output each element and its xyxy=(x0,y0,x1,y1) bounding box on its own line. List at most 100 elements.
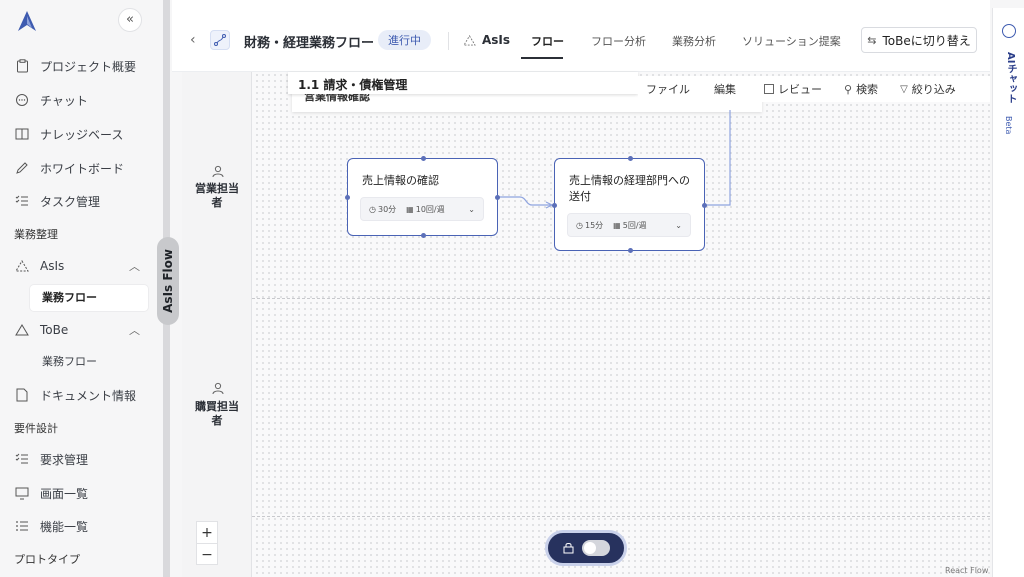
sidebar-item-whiteboard[interactable]: ホワイトボード xyxy=(14,156,154,180)
sidebar-subitem-tobe-flow[interactable]: 業務フロー xyxy=(30,349,148,375)
sidebar-item-screens[interactable]: 画面一覧 xyxy=(14,481,154,505)
react-flow-attribution[interactable]: React Flow xyxy=(945,566,988,575)
flow-icon xyxy=(210,30,230,50)
node-handle[interactable] xyxy=(628,248,633,253)
tab-asis[interactable]: AsIs xyxy=(463,33,510,47)
book-icon xyxy=(14,126,30,142)
section-label-yoken: 要件設計 xyxy=(14,422,58,435)
triangle-icon xyxy=(14,258,30,274)
sidebar-item-label: 画面一覧 xyxy=(40,486,89,501)
node-meta: ◷ 30分 ▦ 10回/週 ⌄ xyxy=(360,197,484,221)
menu-edit[interactable]: 編集 xyxy=(714,81,736,97)
menu-search-label: 検索 xyxy=(856,83,879,96)
section-label-proto: プロトタイプ xyxy=(14,553,80,566)
sidebar-item-chat[interactable]: チャット xyxy=(14,88,154,112)
node-time: 30分 xyxy=(377,204,397,214)
sidebar-subitem-asis-flow[interactable]: 業務フロー xyxy=(30,285,148,311)
sidebar: « プロジェクト概要 チャット ナレッジベース ホワイトボード タスク管理 業務… xyxy=(0,0,163,577)
active-tab-indicator xyxy=(521,57,563,59)
sidebar-item-label: ドキュメント情報 xyxy=(40,388,137,403)
tab-flow-analysis[interactable]: フロー分析 xyxy=(591,33,646,49)
checkbox-icon xyxy=(764,84,774,94)
calendar-icon: ▦ xyxy=(406,204,414,214)
collapse-sidebar-button[interactable]: « xyxy=(118,8,142,32)
switch-to-tobe-button[interactable]: ⇆ ToBeに切り替え xyxy=(861,27,977,53)
lane-header-column xyxy=(182,72,252,577)
header-divider xyxy=(448,32,449,50)
toggle-switch[interactable] xyxy=(581,540,610,556)
person-icon xyxy=(212,165,224,177)
lock-toggle[interactable] xyxy=(545,530,627,566)
zoom-in-button[interactable]: + xyxy=(197,522,217,544)
node-title: 売上情報の確認 xyxy=(362,174,439,187)
node-handle[interactable] xyxy=(421,233,426,238)
sidebar-item-functions[interactable]: 機能一覧 xyxy=(14,514,154,538)
node-handle[interactable] xyxy=(345,195,350,200)
sidebar-item-project-overview[interactable]: プロジェクト概要 xyxy=(14,54,154,78)
node-title: 売上情報の経理部門への送付 xyxy=(569,174,690,203)
chevron-left-icon[interactable]: ‹ xyxy=(190,32,196,48)
pen-icon xyxy=(14,160,30,176)
chevron-up-icon[interactable]: ︿ xyxy=(129,258,140,274)
tab-solution-proposal[interactable]: ソリューション提案 xyxy=(742,33,841,49)
triangle-icon xyxy=(463,34,476,46)
node-time: 15分 xyxy=(584,220,604,230)
sidebar-item-label: チャット xyxy=(40,93,88,108)
sidebar-item-requirements[interactable]: 要求管理 xyxy=(14,447,154,471)
sidebar-item-knowledge-base[interactable]: ナレッジベース xyxy=(14,122,154,146)
tab-business-analysis[interactable]: 業務分析 xyxy=(672,33,716,49)
person-icon xyxy=(212,382,224,394)
app-logo xyxy=(18,11,36,31)
lane-name-sales: 営業担当者 xyxy=(195,182,239,209)
node-handle[interactable] xyxy=(495,195,500,200)
tab-asis-label: AsIs xyxy=(482,33,511,47)
triangle-icon xyxy=(14,322,30,338)
monitor-icon xyxy=(14,485,30,501)
lane-divider xyxy=(252,298,990,299)
menu-review[interactable]: レビュー xyxy=(764,81,822,97)
sidebar-item-label: プロジェクト概要 xyxy=(40,59,137,74)
clock-icon: ◷ xyxy=(576,220,583,230)
checklist-icon xyxy=(14,451,30,467)
status-badge: 進行中 xyxy=(378,30,431,50)
node-handle[interactable] xyxy=(628,156,633,161)
flow-canvas[interactable] xyxy=(182,72,990,577)
node-meta: ◷ 15分 ▦ 5回/週 ⌄ xyxy=(567,213,691,237)
process-node[interactable]: 売上情報の確認 ◷ 30分 ▦ 10回/週 ⌄ xyxy=(345,156,500,238)
chevron-up-icon[interactable]: ︿ xyxy=(129,322,140,338)
menu-review-label: レビュー xyxy=(778,83,822,96)
menu-search[interactable]: ⚲ 検索 xyxy=(844,81,878,97)
menu-file[interactable]: ファイル xyxy=(646,81,690,97)
sidebar-item-document[interactable]: ドキュメント情報 xyxy=(14,383,154,407)
sidebar-item-asis[interactable]: AsIs ︿ xyxy=(14,254,154,278)
section-label-gyomu: 業務整理 xyxy=(14,228,58,241)
chevron-down-icon[interactable]: ⌄ xyxy=(675,221,682,230)
ai-chat-panel[interactable]: AIチャット Beta xyxy=(992,8,1024,577)
page-title: 財務・経理業務フロー xyxy=(244,36,375,51)
sidebar-item-tobe[interactable]: ToBe ︿ xyxy=(14,318,154,342)
lock-icon xyxy=(563,543,573,554)
calendar-icon: ▦ xyxy=(613,220,621,230)
zoom-out-button[interactable]: − xyxy=(197,544,217,566)
asis-flow-vertical-tab[interactable]: AsIs Flow xyxy=(157,237,179,325)
tab-flow[interactable]: フロー xyxy=(531,33,564,49)
canvas-menu: ファイル 編集 レビュー ⚲ 検索 ▽ 絞り込み xyxy=(638,76,990,102)
menu-filter[interactable]: ▽ 絞り込み xyxy=(900,81,956,97)
sidebar-item-task-management[interactable]: タスク管理 xyxy=(14,189,154,213)
ai-chat-label: AIチャット xyxy=(1005,52,1016,104)
node-handle[interactable] xyxy=(702,203,707,208)
node-handle[interactable] xyxy=(421,156,426,161)
chat-bubble-icon xyxy=(1002,24,1016,38)
list-icon xyxy=(14,518,30,534)
chevron-down-icon[interactable]: ⌄ xyxy=(468,205,475,214)
node-frequency: 5回/週 xyxy=(622,220,647,230)
process-title[interactable]: 1.1 請求・債権管理 xyxy=(288,72,638,94)
node-handle[interactable] xyxy=(552,203,557,208)
sidebar-item-label: 要求管理 xyxy=(40,452,89,467)
sidebar-item-label: ホワイトボード xyxy=(40,161,125,176)
search-icon: ⚲ xyxy=(844,82,853,96)
lane-divider xyxy=(252,516,990,517)
process-node[interactable]: 売上情報の経理部門への送付 ◷ 15分 ▦ 5回/週 ⌄ xyxy=(552,156,707,253)
sidebar-item-label: AsIs xyxy=(40,259,65,273)
clipboard-icon xyxy=(14,58,30,74)
